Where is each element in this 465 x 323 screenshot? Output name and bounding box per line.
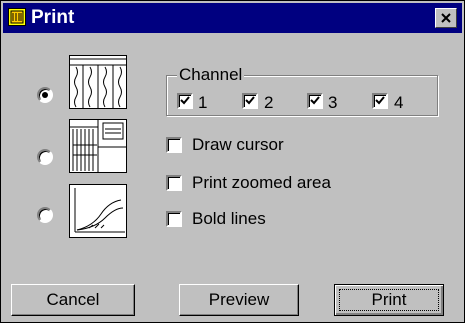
print-zoomed-area-checkbox[interactable] [166, 175, 182, 191]
radio-full-channels[interactable] [37, 87, 53, 103]
channel-4-label: 4 [394, 93, 404, 112]
channel-1-label: 1 [198, 93, 208, 112]
bold-lines-checkbox[interactable] [166, 211, 182, 227]
print-button[interactable]: Print [334, 284, 444, 316]
draw-cursor-label: Draw cursor [192, 135, 284, 154]
channel-2-label: 2 [264, 93, 274, 112]
full-channels-thumbnail-icon [69, 55, 127, 109]
check-icon [375, 96, 385, 105]
close-button[interactable] [435, 8, 457, 28]
check-icon [180, 96, 190, 105]
print-zoomed-area-label: Print zoomed area [192, 173, 331, 192]
title-bar: Print [3, 3, 462, 33]
channel-4-checkbox[interactable] [372, 93, 388, 109]
radio-selected-dot [42, 92, 48, 98]
channel-2-checkbox[interactable] [242, 93, 258, 109]
app-icon [8, 8, 26, 26]
channel-1-checkbox[interactable] [177, 93, 193, 109]
bold-lines-label: Bold lines [192, 209, 266, 228]
print-dialog: Print Channel 1 2 3 4 Draw cursor Print … [0, 0, 465, 323]
radio-curve[interactable] [37, 207, 53, 223]
check-icon [245, 96, 255, 105]
preview-button[interactable]: Preview [179, 284, 299, 316]
window-title: Print [31, 7, 75, 28]
curve-thumbnail-icon [69, 184, 127, 238]
cancel-button[interactable]: Cancel [11, 284, 135, 316]
focus-rect [339, 289, 439, 311]
close-icon [441, 13, 451, 23]
channel-group-legend: Channel [177, 65, 245, 85]
channels-zoom-thumbnail-icon [69, 119, 127, 173]
radio-channels-with-zoom[interactable] [37, 149, 53, 165]
channel-3-label: 3 [328, 93, 338, 112]
check-icon [310, 96, 320, 105]
channel-3-checkbox[interactable] [307, 93, 323, 109]
draw-cursor-checkbox[interactable] [166, 137, 182, 153]
